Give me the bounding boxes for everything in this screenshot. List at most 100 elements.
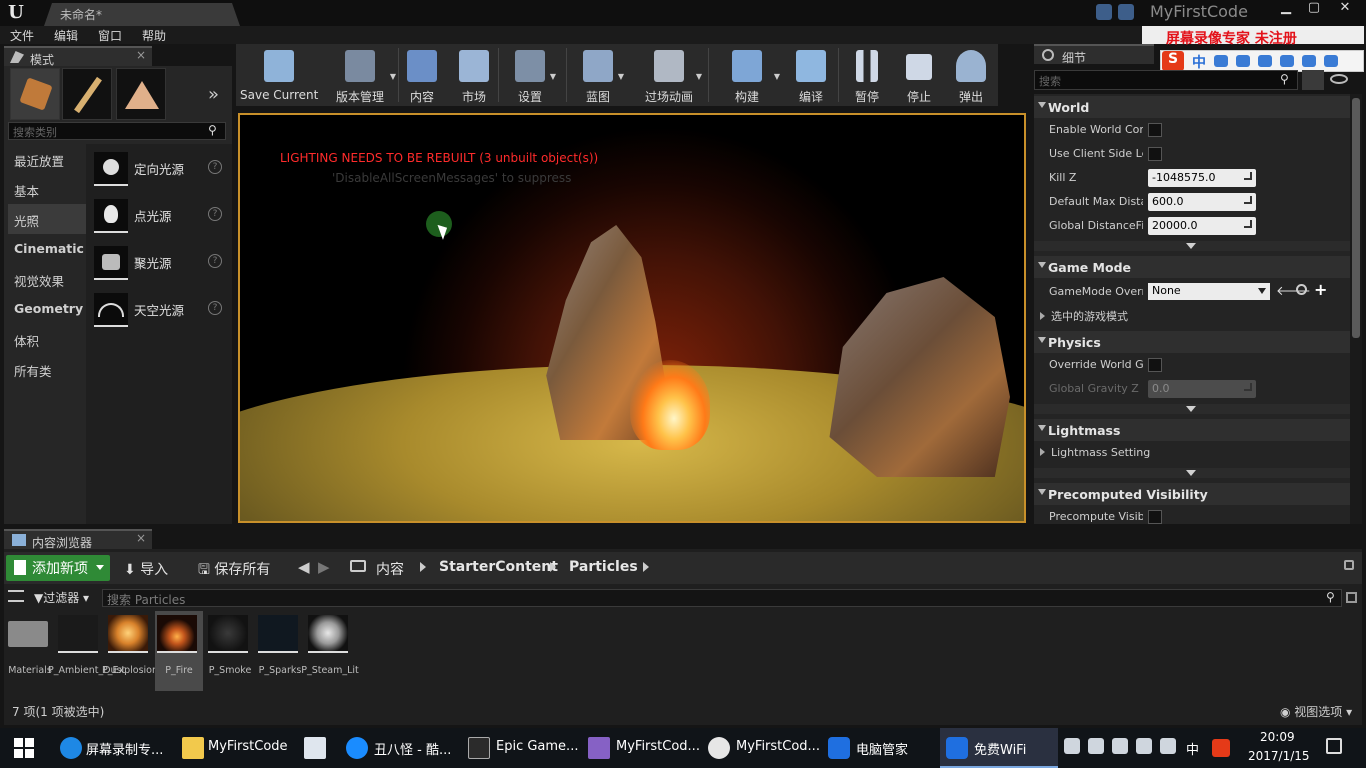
section-lightmass[interactable]: Lightmass — [1034, 419, 1350, 441]
browse-icon[interactable] — [1296, 284, 1307, 295]
place-mode-button[interactable] — [10, 68, 60, 120]
global-distance-field[interactable]: 20000.0 — [1148, 217, 1256, 235]
punct-icon[interactable] — [1236, 55, 1250, 67]
settings-button[interactable]: 设置 ▼ — [502, 44, 558, 106]
category-cinematic[interactable]: Cinematic — [8, 234, 88, 264]
ime-mode[interactable]: 中 — [1192, 52, 1206, 72]
modes-search-input[interactable]: 搜索类别 — [8, 122, 226, 140]
chat-icon[interactable] — [1096, 4, 1112, 20]
save-all-button[interactable]: 🖫 保存所有 — [198, 559, 270, 583]
close-button[interactable]: ✕ — [1328, 0, 1362, 18]
breadcrumb-separator-icon[interactable] — [420, 562, 426, 572]
lightmass-settings-row[interactable]: Lightmass Setting — [1040, 446, 1150, 459]
category-volumes[interactable]: 体积 — [8, 324, 88, 354]
content-browser-tab[interactable]: 内容浏览器 — [4, 529, 152, 550]
view-options-button[interactable]: ◉ 视图选项 ▾ — [1280, 703, 1352, 720]
category-basic[interactable]: 基本 — [8, 174, 88, 204]
clock-time[interactable]: 20:09 — [1260, 730, 1295, 744]
forward-arrow-icon[interactable]: ▶ — [318, 558, 330, 576]
category-all-classes[interactable]: 所有类 — [8, 354, 88, 384]
more-modes-icon[interactable]: » — [208, 84, 219, 105]
save-current-button[interactable]: Save Current — [240, 44, 318, 106]
category-geometry[interactable]: Geometry — [8, 294, 88, 324]
notification-icon[interactable] — [1326, 738, 1342, 754]
list-item-point-light[interactable]: 点光源 ? — [90, 195, 230, 235]
asset-search-input[interactable]: 搜索 Particles — [102, 589, 1342, 607]
minimize-button[interactable]: ▁ — [1272, 0, 1300, 18]
menu-edit[interactable]: 编辑 — [54, 27, 78, 44]
selected-gamemode-row[interactable]: 选中的游戏模式 — [1040, 308, 1128, 324]
taskbar-item-free-wifi[interactable]: 免费WiFi — [940, 728, 1058, 768]
help-icon[interactable]: ? — [208, 207, 222, 221]
windows-start-icon[interactable] — [14, 738, 34, 758]
kill-z-field[interactable]: -1048575.0 — [1148, 169, 1256, 187]
menu-file[interactable]: 文件 — [10, 27, 34, 44]
breadcrumb-separator-icon[interactable] — [550, 562, 556, 572]
search-icon[interactable]: ⚲ — [1326, 590, 1335, 604]
taskbar-item-store[interactable] — [296, 728, 336, 768]
use-client-side-checkbox[interactable] — [1148, 147, 1162, 161]
details-search-input[interactable]: 搜索 — [1034, 70, 1298, 90]
taskbar-item-visual-studio[interactable]: MyFirstCod... — [584, 728, 700, 768]
taskbar-item-explorer[interactable]: MyFirstCode — [178, 728, 290, 768]
filters-button[interactable]: ▼过滤器 ▾ — [34, 589, 89, 606]
list-item-spot-light[interactable]: 聚光源 ? — [90, 242, 230, 282]
pause-button[interactable]: 暂停 — [844, 44, 890, 106]
cinematics-button[interactable]: 过场动画 ▼ — [634, 44, 704, 106]
lock-icon[interactable] — [1344, 560, 1354, 570]
taskbar-item-epic[interactable]: Epic Game... — [464, 728, 578, 768]
school-icon[interactable] — [1118, 4, 1134, 20]
world-advanced-expander[interactable] — [1034, 241, 1350, 251]
breadcrumb-starter-content[interactable]: StarterContent — [439, 559, 558, 575]
search-icon[interactable]: ⚲ — [1280, 72, 1289, 86]
document-tab[interactable]: 未命名* — [44, 3, 240, 26]
gamemode-override-select[interactable]: None — [1148, 283, 1270, 300]
search-icon[interactable]: ⚲ — [208, 123, 217, 137]
details-tab[interactable]: 细节 — [1034, 44, 1154, 65]
content-button[interactable]: 内容 — [400, 44, 444, 106]
back-arrow-icon[interactable]: ◀ — [298, 558, 310, 576]
eye-icon[interactable] — [1330, 74, 1348, 84]
help-icon[interactable]: ? — [208, 301, 222, 315]
landscape-mode-button[interactable] — [116, 68, 166, 120]
asset-p-smoke[interactable]: P_Smoke — [206, 611, 254, 691]
section-world[interactable]: World — [1034, 96, 1350, 118]
help-icon[interactable]: ? — [208, 254, 222, 268]
list-item-sky-light[interactable]: 天空光源 ? — [90, 289, 230, 329]
fire-particle[interactable] — [630, 360, 710, 450]
lightmass-advanced-expander[interactable] — [1034, 468, 1350, 478]
default-max-distance-field[interactable]: 600.0 — [1148, 193, 1256, 211]
section-physics[interactable]: Physics — [1034, 331, 1350, 353]
scrollbar-thumb[interactable] — [1352, 98, 1360, 338]
mic-icon[interactable] — [1258, 55, 1272, 67]
precompute-visibility-checkbox[interactable] — [1148, 510, 1162, 524]
asset-p-steam-lit[interactable]: P_Steam_Lit — [301, 611, 359, 691]
sources-panel-icon[interactable] — [8, 590, 24, 602]
breadcrumb-particles[interactable]: Particles — [569, 559, 638, 575]
sogou-ime-icon[interactable]: S — [1162, 51, 1184, 71]
modes-close-icon[interactable]: × — [136, 48, 146, 62]
override-gravity-checkbox[interactable] — [1148, 358, 1162, 372]
eject-button[interactable]: 弹出 — [948, 44, 994, 106]
content-browser-close-icon[interactable]: × — [136, 531, 146, 545]
taskbar-item-kugou[interactable]: 丑八怪 - 酷... — [342, 728, 454, 768]
level-viewport[interactable]: LIGHTING NEEDS TO BE REBUILT (3 unbuilt … — [238, 113, 1026, 523]
import-button[interactable]: ⬇ 导入 — [124, 559, 168, 579]
add-icon[interactable]: + — [1314, 280, 1327, 299]
marketplace-button[interactable]: 市场 — [452, 44, 496, 106]
menu-help[interactable]: 帮助 — [142, 27, 166, 44]
asset-p-sparks[interactable]: P_Sparks — [256, 611, 304, 691]
shirt-icon[interactable] — [1324, 55, 1338, 67]
section-precomputed-visibility[interactable]: Precomputed Visibility — [1034, 483, 1350, 505]
save-search-icon[interactable] — [1346, 592, 1357, 603]
enable-world-comp-checkbox[interactable] — [1148, 123, 1162, 137]
folder-icon[interactable] — [350, 560, 366, 572]
keyboard-icon[interactable] — [1280, 55, 1294, 67]
stop-button[interactable]: 停止 — [896, 44, 942, 106]
property-matrix-icon[interactable] — [1302, 70, 1324, 90]
breadcrumb-separator-icon[interactable] — [643, 562, 649, 572]
moon-icon[interactable] — [1214, 55, 1228, 67]
asset-p-fire[interactable]: P_Fire — [155, 611, 203, 691]
add-new-button[interactable]: 添加新项 — [6, 555, 110, 581]
menu-window[interactable]: 窗口 — [98, 27, 122, 44]
